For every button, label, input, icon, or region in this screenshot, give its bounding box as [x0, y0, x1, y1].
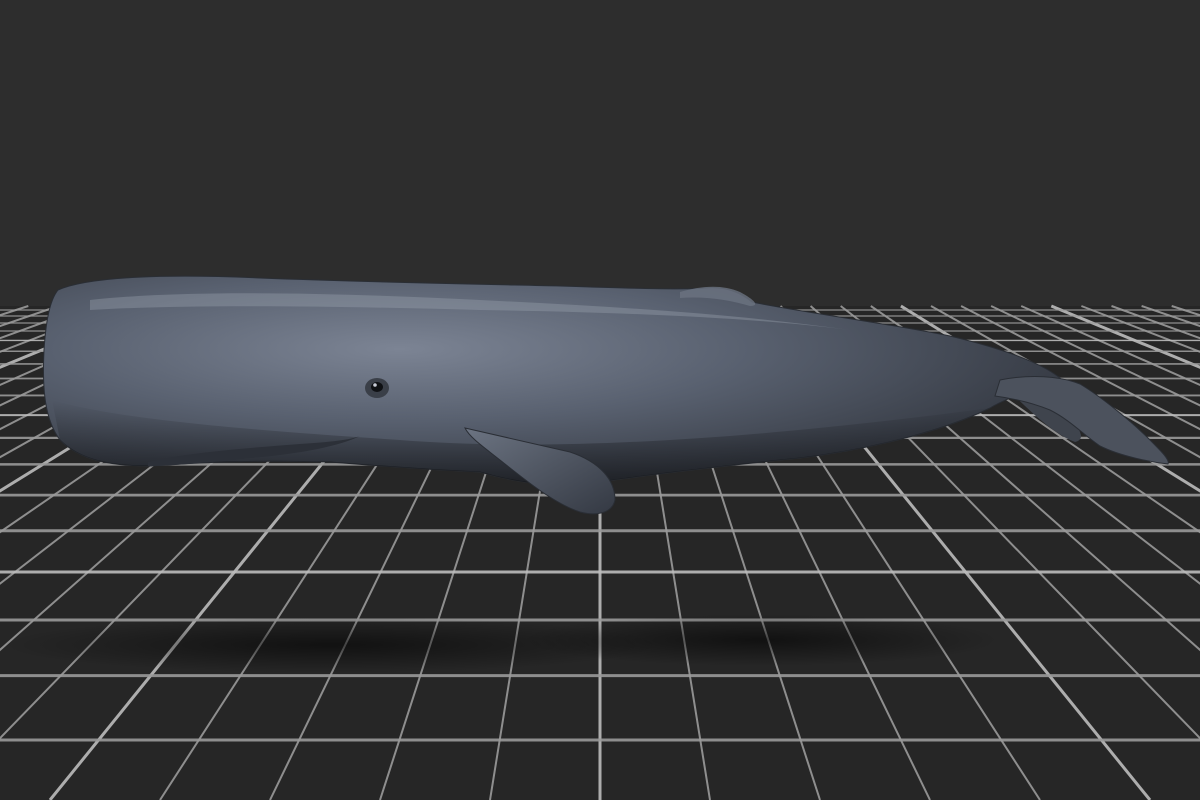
whale-eye	[365, 378, 389, 398]
viewport-canvas[interactable]	[0, 0, 1200, 800]
3d-viewport[interactable]	[0, 0, 1200, 800]
